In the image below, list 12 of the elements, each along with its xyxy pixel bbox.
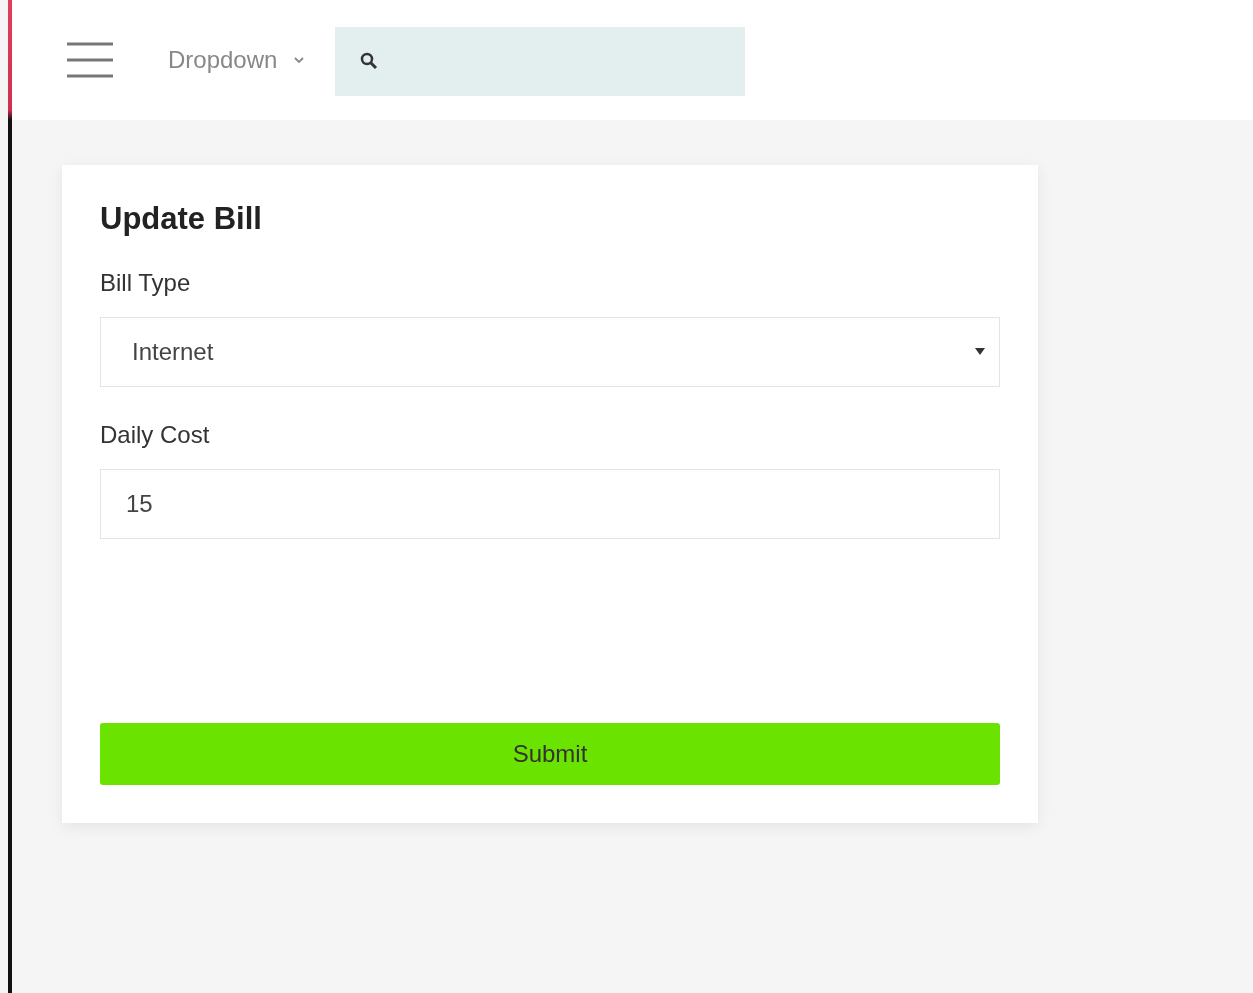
field-label: Bill Type	[100, 269, 192, 297]
form-title: Update Bill	[100, 201, 263, 237]
select-field[interactable]: Internet	[100, 317, 1000, 387]
field-label: Daily Cost	[100, 421, 211, 449]
menu-icon[interactable]	[67, 41, 113, 78]
search-field[interactable]	[335, 26, 746, 96]
submit-button[interactable]: Submit	[100, 723, 1000, 785]
search-icon	[359, 51, 380, 71]
dropdown-button[interactable]: Dropdown	[168, 45, 306, 74]
caret-icon	[975, 348, 985, 356]
input-field[interactable]: 15	[100, 469, 1000, 539]
chevron-down-icon	[293, 55, 306, 64]
